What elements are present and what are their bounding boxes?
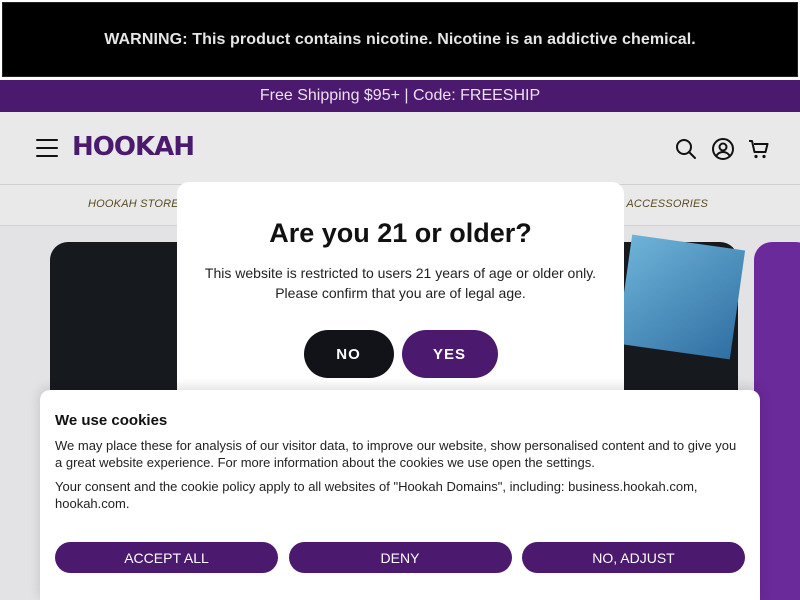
promo-bar[interactable]: Free Shipping $95+ | Code: FREESHIP [0, 80, 800, 112]
age-yes-button[interactable]: YES [401, 330, 498, 378]
promo-text: Free Shipping $95+ | Code: FREESHIP [259, 87, 541, 104]
age-modal-title: Are you 21 or older? [269, 218, 532, 248]
adjust-button[interactable]: NO, ADJUST [522, 542, 745, 573]
nav-item-hookah-store[interactable]: HOOKAH STORE [88, 198, 179, 210]
deny-button[interactable]: DENY [288, 542, 512, 573]
cookie-consent-panel: We use cookies We may place these for an… [40, 390, 760, 600]
cookie-text-analysis: We may place these for analysis of our v… [55, 438, 737, 470]
accept-all-button[interactable]: ACCEPT ALL [55, 542, 278, 573]
warning-box: WARNING: This product contains nicotine.… [2, 2, 798, 77]
site-header: HOOKAH [0, 112, 800, 185]
warning-text: WARNING: This product contains nicotine.… [104, 30, 696, 48]
age-verification-modal: Are you 21 or older? This website is res… [177, 182, 624, 412]
cookie-text-policy: Your consent and the cookie policy apply… [55, 479, 698, 511]
age-modal-actions: NO YES [177, 330, 624, 378]
menu-icon[interactable] [36, 139, 58, 157]
secondary-banner-card[interactable] [754, 242, 800, 600]
nav-item-accessories[interactable]: & ACCESSORIES [616, 198, 708, 210]
site-logo[interactable]: HOOKAH [72, 132, 195, 162]
cookie-title: We use cookies [55, 412, 168, 429]
nicotine-warning-banner: WARNING: This product contains nicotine.… [0, 0, 800, 80]
cookie-actions: ACCEPT ALL DENY NO, ADJUST [55, 542, 745, 573]
age-modal-text: This website is restricted to users 21 y… [204, 265, 597, 301]
cart-icon[interactable] [747, 137, 771, 161]
product-pack-image [616, 234, 746, 360]
search-icon[interactable] [674, 137, 698, 161]
age-no-button[interactable]: NO [303, 330, 394, 378]
account-icon[interactable] [711, 137, 735, 161]
